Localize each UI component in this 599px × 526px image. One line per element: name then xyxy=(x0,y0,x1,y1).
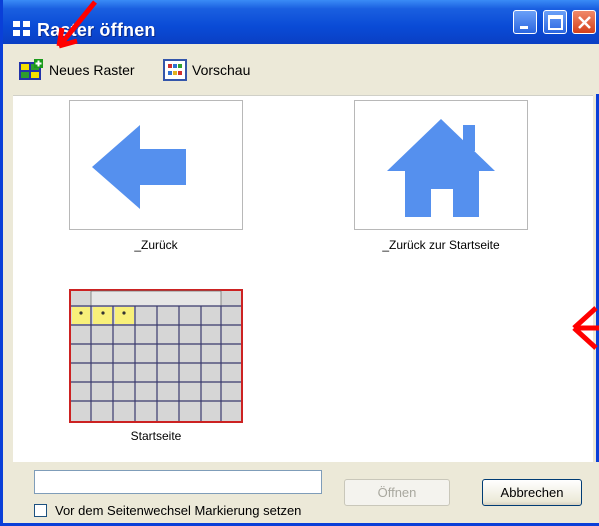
grid-app-icon xyxy=(13,21,30,36)
preview-grid-icon xyxy=(163,59,187,81)
maximize-icon xyxy=(548,15,563,30)
grid-caption-back: _Zurück xyxy=(134,238,178,252)
preview-label: Vorschau xyxy=(192,62,251,78)
grid-caption-home: _Zurück zur Startseite xyxy=(382,238,500,252)
home-icon xyxy=(387,119,495,217)
dialog-footer: Öffnen Abbrechen Vor dem Seitenwechsel M… xyxy=(6,462,599,523)
preview-button[interactable]: Vorschau xyxy=(163,58,250,82)
grid-caption-startseite: Startseite xyxy=(130,429,182,443)
annotation-arrow-toolbar xyxy=(56,0,97,49)
close-icon xyxy=(578,16,591,29)
maximize-button[interactable] xyxy=(543,10,567,34)
open-button[interactable]: Öffnen xyxy=(344,479,450,506)
grid-list: _Zurück _Zurück zur Startseite Startseit… xyxy=(13,95,593,464)
grid-name-input[interactable] xyxy=(34,470,322,494)
new-grid-button[interactable]: Neues Raster xyxy=(18,58,135,82)
back-arrow-icon xyxy=(92,125,186,209)
annotation-arrow-right xyxy=(572,306,599,350)
close-button[interactable] xyxy=(572,10,596,34)
raster-open-dialog: Raster öffnen Neues Raster Vorschau _Zur… xyxy=(0,0,599,526)
mark-checkbox-label: Vor dem Seitenwechsel Markierung setzen xyxy=(55,503,302,518)
minimize-button[interactable] xyxy=(513,10,537,34)
cancel-button[interactable]: Abbrechen xyxy=(482,479,582,506)
grid-tile-startseite[interactable] xyxy=(69,289,243,423)
mark-before-page-change[interactable]: Vor dem Seitenwechsel Markierung setzen xyxy=(34,503,301,518)
grid-tile-back[interactable] xyxy=(69,100,243,230)
mark-checkbox[interactable] xyxy=(34,504,47,517)
new-grid-icon xyxy=(19,59,43,80)
new-grid-label: Neues Raster xyxy=(49,62,135,78)
grid-thumbnail xyxy=(69,289,243,423)
grid-tile-home[interactable] xyxy=(354,100,528,230)
minimize-icon xyxy=(520,26,528,29)
